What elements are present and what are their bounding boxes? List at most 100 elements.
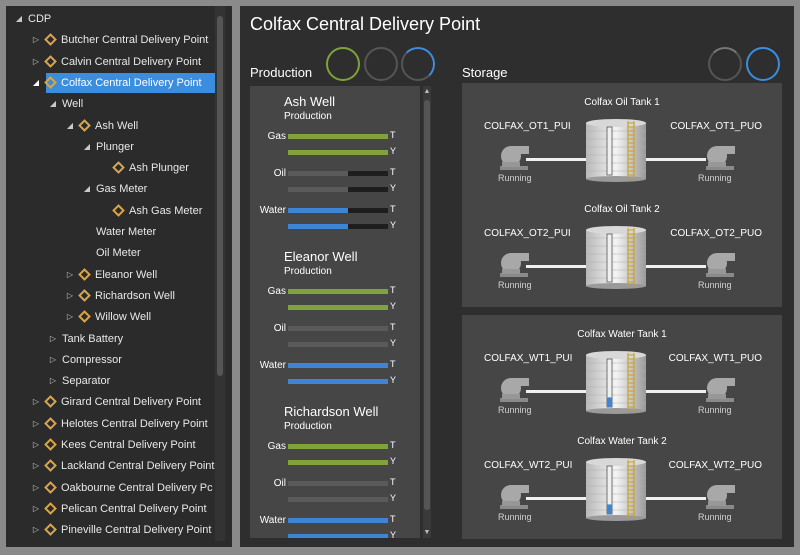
expanded-arrow-icon[interactable]: ◢	[82, 179, 92, 199]
tree-item[interactable]: ▷ Eleanor Well	[6, 265, 216, 285]
expanded-arrow-icon[interactable]: ◢	[31, 73, 41, 93]
collapsed-arrow-icon[interactable]: ▷	[31, 392, 41, 412]
collapsed-arrow-icon[interactable]: ▷	[48, 350, 58, 370]
inlet-status: Running	[498, 280, 532, 290]
diamond-icon	[44, 523, 57, 537]
tree-item[interactable]: ◢ Well	[6, 94, 216, 114]
collapsed-arrow-icon[interactable]: ▷	[65, 307, 75, 327]
tree-item[interactable]: ▷ Richardson Well	[6, 286, 216, 306]
tree-item[interactable]: ▷ Oakbourne Central Delivery Pc	[6, 478, 216, 498]
tree-scrollbar[interactable]	[215, 6, 225, 541]
collapsed-arrow-icon[interactable]: ▷	[31, 414, 41, 434]
meter-bar-tag: Y	[390, 338, 397, 348]
tree-item[interactable]: ▷ Compressor	[6, 350, 216, 370]
meter-bar-tag: T	[390, 440, 396, 450]
tree-item-label: Pelican Central Delivery Point	[61, 502, 207, 515]
collapsed-arrow-icon[interactable]: ▷	[31, 435, 41, 455]
tree-item-label: Butcher Central Delivery Point	[61, 34, 209, 47]
diamond-icon	[44, 33, 57, 47]
meter-bar-tag: Y	[390, 530, 397, 538]
meter-bar-fill	[288, 481, 388, 486]
meter-bar	[288, 379, 388, 384]
meter-bar-fill	[288, 326, 388, 331]
inlet-pump-icon[interactable]	[496, 142, 532, 172]
tank-icon	[586, 458, 646, 521]
meter-bar-tag: T	[390, 514, 396, 524]
tree-item[interactable]: ▷ Butcher Central Delivery Point	[6, 30, 216, 50]
tree-item-label: Oil Meter	[96, 247, 141, 260]
meter-bar	[288, 208, 388, 213]
meter-label: Oil	[273, 168, 286, 179]
tree-item-label: CDP	[28, 13, 52, 25]
collapsed-arrow-icon[interactable]: ▷	[31, 30, 41, 50]
tree-item[interactable]: Oil Meter	[6, 243, 216, 263]
meter-bar-tag: Y	[390, 220, 397, 230]
tree-item[interactable]: Ash Gas Meter	[6, 201, 216, 221]
expanded-arrow-icon[interactable]: ◢	[14, 9, 24, 29]
diamond-icon	[78, 289, 91, 302]
outlet-pump-icon[interactable]	[702, 481, 738, 511]
tree-item-label: Pineville Central Delivery Point	[61, 524, 212, 537]
production-panel: Ash Well Production Gas T Y Oil T Y Water T Y Elean…	[250, 86, 420, 538]
diamond-icon	[78, 310, 91, 324]
tree-item[interactable]: ▷ Willow Well	[6, 307, 216, 327]
inlet-pump-icon[interactable]	[496, 374, 532, 404]
collapsed-arrow-icon[interactable]: ▷	[31, 52, 41, 72]
collapsed-arrow-icon[interactable]: ▷	[65, 286, 75, 306]
tree-item-label: Tank Battery	[62, 332, 124, 345]
tree-item[interactable]: ▷ Calvin Central Delivery Point	[6, 52, 216, 72]
meter-bar	[288, 326, 388, 331]
tree-item[interactable]: ◢ Colfax Central Delivery Point	[33, 72, 216, 93]
expanded-arrow-icon[interactable]: ◢	[82, 137, 92, 157]
collapsed-arrow-icon[interactable]: ▷	[48, 329, 58, 349]
tree-item[interactable]: ▷ Tank Battery	[6, 329, 216, 349]
inlet-status: Running	[498, 405, 532, 415]
outlet-pump-icon[interactable]	[702, 249, 738, 279]
production-scrollbar[interactable]: ▲ ▼	[423, 86, 431, 538]
meter-bar-fill	[288, 171, 348, 176]
tree-item[interactable]: ▷ Separator	[6, 371, 216, 391]
tree-item[interactable]: ▷ Pineville Central Delivery Point	[6, 520, 216, 540]
scroll-down-icon[interactable]: ▼	[423, 529, 431, 536]
meter-bar-fill	[288, 305, 388, 310]
diamond-icon	[44, 438, 57, 451]
tree-item[interactable]: ▷ Kees Central Delivery Point	[6, 435, 216, 455]
tree-item[interactable]: ◢ Plunger	[6, 137, 216, 157]
tree-item[interactable]: ▷ Pelican Central Delivery Point	[6, 499, 216, 519]
scroll-up-icon[interactable]: ▲	[423, 88, 431, 95]
meter-bar-tag: T	[390, 285, 396, 295]
collapsed-arrow-icon[interactable]: ▷	[31, 499, 41, 519]
meter-label: Oil	[273, 478, 286, 489]
tree-item[interactable]: ◢ Gas Meter	[6, 179, 216, 199]
outlet-pump-icon[interactable]	[702, 142, 738, 172]
collapsed-arrow-icon[interactable]: ▷	[48, 371, 58, 391]
tree-item[interactable]: ◢ Ash Well	[6, 116, 216, 136]
tree-item[interactable]: ▷ Helotes Central Delivery Point	[6, 414, 216, 434]
storage-heading: Storage	[462, 65, 508, 80]
diamond-icon	[44, 54, 57, 68]
tree-item[interactable]: ▷ Girard Central Delivery Point	[6, 392, 216, 412]
meter-bar	[288, 224, 388, 229]
outlet-pipe	[646, 497, 706, 500]
tree-item[interactable]: ◢ CDP	[6, 9, 216, 29]
collapsed-arrow-icon[interactable]: ▷	[65, 265, 75, 285]
tank-icon	[586, 119, 646, 182]
meter-bar	[288, 444, 388, 449]
inlet-pump-icon[interactable]	[496, 249, 532, 279]
tree-item[interactable]: Ash Plunger	[6, 158, 216, 178]
inlet-pump-icon[interactable]	[496, 481, 532, 511]
production-scroll-thumb[interactable]	[424, 100, 430, 510]
collapsed-arrow-icon[interactable]: ▷	[31, 520, 41, 540]
inlet-pipe	[526, 390, 586, 393]
tree-item-label: Oakbourne Central Delivery Pc	[61, 481, 213, 494]
meter-bar-tag: Y	[390, 183, 397, 193]
collapsed-arrow-icon[interactable]: ▷	[31, 456, 41, 476]
collapsed-arrow-icon[interactable]: ▷	[31, 478, 41, 498]
outlet-pump-icon[interactable]	[702, 374, 738, 404]
tree-scroll-thumb[interactable]	[217, 16, 223, 376]
tree-item[interactable]: Water Meter	[6, 222, 216, 242]
tree-item-label: Calvin Central Delivery Point	[61, 55, 201, 68]
expanded-arrow-icon[interactable]: ◢	[65, 116, 75, 136]
expanded-arrow-icon[interactable]: ◢	[48, 94, 58, 114]
tree-item[interactable]: ▷ Lackland Central Delivery Point	[6, 456, 216, 476]
